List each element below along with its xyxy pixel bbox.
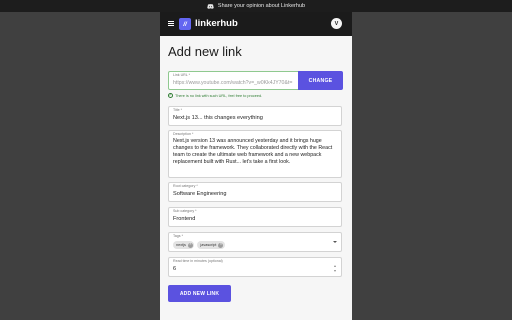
tags-label: Tags * bbox=[173, 234, 183, 238]
read-time-value[interactable]: 6 bbox=[173, 266, 176, 272]
root-category-select[interactable]: Root category * Software Engineering bbox=[168, 182, 342, 202]
title-field[interactable]: Title * Next.js 13... this changes every… bbox=[168, 106, 342, 126]
add-link-form: Add new link Link URL * https://www.yout… bbox=[160, 36, 352, 320]
tags-select[interactable]: Tags * nextjs × javascript × bbox=[168, 232, 342, 252]
sub-category-select[interactable]: Sub category * Frontend bbox=[168, 207, 342, 227]
link-url-value[interactable]: https://www.youtube.com/watch?v=_w0Kk4JY… bbox=[173, 80, 292, 86]
change-button[interactable]: CHANGE bbox=[298, 71, 343, 90]
tag-chips: nextjs × javascript × bbox=[173, 241, 225, 249]
description-value[interactable]: Next.js version 13 was announced yesterd… bbox=[173, 138, 339, 166]
tag-chip-label: javascript bbox=[200, 243, 217, 247]
url-helper-message: There is no link with such URL, feel fre… bbox=[175, 93, 263, 98]
feedback-banner[interactable]: Share your opinion about Linkerhub bbox=[0, 0, 512, 12]
sub-category-label: Sub category * bbox=[173, 209, 197, 213]
check-circle-icon: ✓ bbox=[168, 92, 173, 98]
title-label: Title * bbox=[173, 108, 183, 112]
url-helper-text: ✓ There is no link with such URL, feel f… bbox=[168, 93, 262, 98]
remove-tag-icon[interactable]: × bbox=[218, 242, 224, 248]
hamburger-menu-icon[interactable] bbox=[168, 21, 174, 26]
app-header: // linkerhub V bbox=[160, 12, 352, 36]
chevron-down-icon[interactable] bbox=[333, 241, 337, 243]
discord-icon bbox=[207, 3, 214, 9]
remove-tag-icon[interactable]: × bbox=[187, 242, 193, 248]
sub-category-value[interactable]: Frontend bbox=[173, 216, 195, 222]
tag-chip[interactable]: nextjs × bbox=[173, 241, 195, 249]
root-category-label: Root category * bbox=[173, 184, 198, 188]
tag-chip-label: nextjs bbox=[176, 243, 186, 247]
link-url-field[interactable]: Link URL * https://www.youtube.com/watch… bbox=[168, 71, 304, 90]
brand-name[interactable]: linkerhub bbox=[195, 17, 238, 31]
root-category-value[interactable]: Software Engineering bbox=[173, 191, 227, 197]
description-label: Description * bbox=[173, 132, 194, 136]
add-new-link-button[interactable]: ADD NEW LINK bbox=[168, 285, 231, 302]
read-time-input[interactable]: Read time in minutes (optional) 6 bbox=[168, 257, 342, 277]
page-title: Add new link bbox=[168, 44, 242, 59]
linkerhub-logo[interactable]: // bbox=[179, 18, 191, 30]
read-time-label: Read time in minutes (optional) bbox=[173, 259, 223, 263]
tag-chip[interactable]: javascript × bbox=[197, 241, 225, 249]
link-url-label: Link URL * bbox=[173, 73, 191, 77]
description-field[interactable]: Description * Next.js version 13 was ann… bbox=[168, 130, 342, 178]
user-avatar[interactable]: V bbox=[331, 18, 342, 29]
number-stepper-icon[interactable] bbox=[333, 265, 337, 272]
banner-text[interactable]: Share your opinion about Linkerhub bbox=[218, 3, 305, 9]
title-value[interactable]: Next.js 13... this changes everything bbox=[173, 115, 263, 121]
